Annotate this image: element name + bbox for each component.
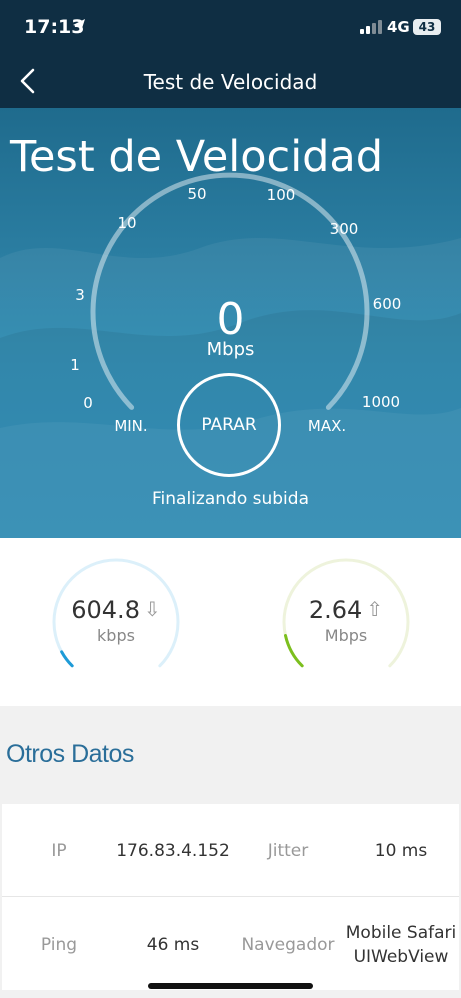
gauge-tick-100: 100 bbox=[266, 186, 296, 204]
browser-label: Navegador bbox=[241, 935, 335, 955]
ping-label: Ping bbox=[40, 935, 78, 955]
ping-value: 46 ms bbox=[146, 935, 200, 955]
gauge-min-label: MIN. bbox=[114, 417, 148, 435]
gauge-tick-1000: 1000 bbox=[361, 393, 401, 411]
browser-value: Mobile Safari UIWebView bbox=[345, 923, 457, 967]
ip-label: IP bbox=[51, 841, 67, 861]
jitter-value: 10 ms bbox=[374, 841, 428, 861]
row-divider bbox=[2, 896, 459, 897]
gauge-tick-50: 50 bbox=[187, 185, 207, 203]
test-phase-status: Finalizando subida bbox=[152, 489, 309, 509]
download-arrow-icon: ⇩ bbox=[143, 597, 161, 621]
speed-test-panel: Test de Velocidad 0 1 3 10 50 100 300 60… bbox=[0, 108, 461, 538]
gauge-tick-0: 0 bbox=[83, 394, 93, 412]
jitter-label: Jitter bbox=[267, 841, 309, 861]
download-gauge-fill bbox=[60, 650, 74, 668]
gauge-tick-300: 300 bbox=[329, 220, 359, 238]
download-unit: kbps bbox=[97, 626, 135, 645]
nav-title: Test de Velocidad bbox=[143, 70, 318, 94]
gauge-max-label: MAX. bbox=[307, 417, 347, 435]
signal-icon bbox=[360, 20, 382, 34]
current-speed-unit: Mbps bbox=[206, 339, 255, 360]
other-data-title: Otros Datos bbox=[6, 740, 134, 768]
upload-value: 2.64 bbox=[308, 596, 363, 624]
stop-button[interactable]: PARAR bbox=[177, 373, 281, 477]
gauge-tick-10: 10 bbox=[117, 214, 137, 232]
network-type: 4G bbox=[387, 18, 410, 36]
battery-indicator: 43 bbox=[413, 19, 441, 35]
upload-unit: Mbps bbox=[324, 626, 368, 645]
status-bar: 17:13 4G 43 bbox=[0, 0, 461, 52]
upload-arrow-icon: ⇧ bbox=[366, 597, 384, 621]
download-result: 604.8 ⇩ bbox=[50, 596, 182, 624]
upload-result: 2.64 ⇧ bbox=[280, 596, 412, 624]
ip-value: 176.83.4.152 bbox=[116, 841, 230, 861]
download-value: 604.8 bbox=[71, 596, 140, 624]
current-speed-value: 0 bbox=[216, 294, 245, 345]
results-panel: 604.8 ⇩ kbps 2.64 ⇧ Mbps bbox=[0, 538, 461, 706]
location-arrow-icon bbox=[73, 19, 85, 33]
home-indicator bbox=[148, 983, 313, 989]
